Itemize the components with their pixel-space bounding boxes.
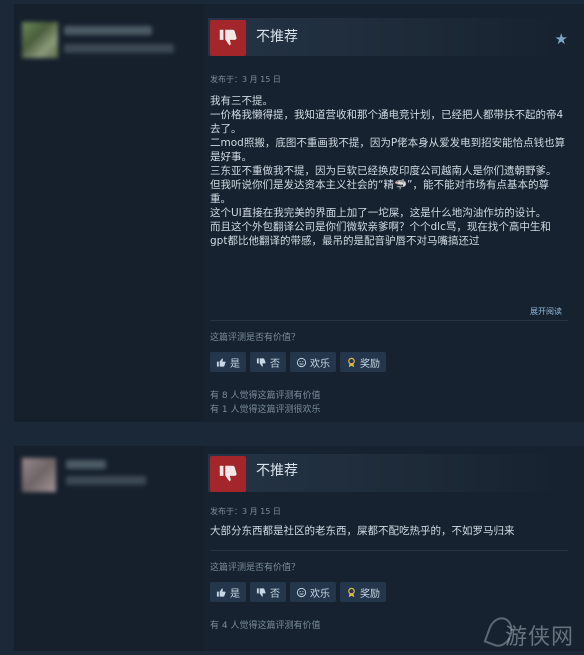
author-stats-blurred bbox=[64, 44, 174, 53]
helpful-question: 这篇评测是否有价值？ bbox=[210, 563, 301, 573]
author-name-blurred bbox=[66, 460, 106, 469]
vote-no-label: 否 bbox=[270, 588, 280, 600]
author-info bbox=[14, 446, 204, 651]
thumbs-up-icon bbox=[216, 357, 227, 368]
vote-buttons: 是 否 欢乐 奖励 bbox=[210, 582, 386, 602]
award-icon bbox=[346, 587, 357, 598]
star-icon[interactable]: ★ bbox=[555, 30, 568, 48]
vote-yes-button[interactable]: 是 bbox=[210, 352, 246, 372]
review-paragraph: 我有三不提。 bbox=[210, 95, 273, 107]
award-button[interactable]: 奖励 bbox=[340, 582, 386, 602]
author-name-blurred bbox=[64, 26, 152, 35]
posted-date: 发布于：3 月 15 日 bbox=[210, 507, 281, 516]
thumbs-up-icon bbox=[216, 587, 227, 598]
review-body: 我有三不提。 一价格我懒得提，我知道营收和那个通电竞计划，已经把人都带扶不起的帝… bbox=[210, 94, 568, 292]
review-paragraph: 但我听说你们是发达资本主义社会的“精🦈”，能不能对市场有点基本的尊重。 bbox=[210, 179, 549, 205]
vote-yes-button[interactable]: 是 bbox=[210, 582, 246, 602]
award-button[interactable]: 奖励 bbox=[340, 352, 386, 372]
text-fade bbox=[204, 266, 568, 294]
vote-funny-button[interactable]: 欢乐 bbox=[290, 352, 336, 372]
review-content: 不推荐 ★ 发布于：3 月 15 日 我有三不提。 一价格我懒得提，我知道营收和… bbox=[204, 4, 584, 422]
author-stats-blurred bbox=[66, 476, 146, 485]
award-label: 奖励 bbox=[360, 588, 380, 600]
vote-funny-label: 欢乐 bbox=[310, 588, 330, 600]
author-info bbox=[14, 4, 204, 422]
author-avatar[interactable] bbox=[22, 458, 56, 492]
thumbs-down-icon bbox=[256, 587, 267, 598]
review-body: 大部分东西都是社区的老东西，屎都不配吃热乎的，不如罗马归来 bbox=[210, 524, 568, 538]
smile-icon bbox=[296, 357, 307, 368]
thumbs-down-icon bbox=[256, 357, 267, 368]
vote-funny-label: 欢乐 bbox=[310, 358, 330, 370]
thumbs-down-icon bbox=[210, 456, 246, 492]
vote-no-button[interactable]: 否 bbox=[250, 352, 286, 372]
smile-icon bbox=[296, 587, 307, 598]
read-more-link[interactable]: 展开阅读 bbox=[530, 306, 562, 317]
verdict-title[interactable]: 不推荐 bbox=[256, 460, 298, 480]
review-paragraph: 而且这个外包翻译公司是你们微软亲爹啊？个个dlc骂，现在找个高中生和gpt都比他… bbox=[210, 221, 551, 247]
review-paragraph: 二mod照搬，底图不重画我不提，因为P佬本身从爱发电到招安能恰点钱也算是好事。 bbox=[210, 137, 566, 163]
posted-date: 发布于：3 月 15 日 bbox=[210, 75, 281, 84]
author-avatar[interactable] bbox=[22, 22, 58, 58]
helpful-count: 有 8 人觉得这篇评测有价值 bbox=[210, 391, 321, 401]
review-paragraph: 一价格我懒得提，我知道营收和那个通电竞计划，已经把人都带扶不起的帝4去了。 bbox=[210, 109, 564, 135]
award-label: 奖励 bbox=[360, 358, 380, 370]
divider bbox=[210, 320, 568, 321]
vote-yes-label: 是 bbox=[230, 588, 240, 600]
funny-count: 有 1 人觉得这篇评测很欢乐 bbox=[210, 405, 321, 415]
vote-no-label: 否 bbox=[270, 358, 280, 370]
vote-no-button[interactable]: 否 bbox=[250, 582, 286, 602]
review-paragraph: 大部分东西都是社区的老东西，屎都不配吃热乎的，不如罗马归来 bbox=[210, 525, 515, 537]
review-card: 不推荐 ★ 发布于：3 月 15 日 我有三不提。 一价格我懒得提，我知道营收和… bbox=[14, 4, 584, 422]
review-paragraph: 这个UI直接在我完美的界面上加了一坨屎，这是什么地沟油作坊的设计。 bbox=[210, 207, 547, 219]
vote-yes-label: 是 bbox=[230, 358, 240, 370]
vote-funny-button[interactable]: 欢乐 bbox=[290, 582, 336, 602]
helpful-question: 这篇评测是否有价值？ bbox=[210, 333, 301, 343]
watermark: 游侠网 bbox=[504, 625, 574, 650]
vote-buttons: 是 否 欢乐 奖励 bbox=[210, 352, 386, 372]
award-icon bbox=[346, 357, 357, 368]
review-paragraph: 三东亚不重做我不提，因为巨软已经换皮印度公司越南人是你们遗朝野爹。 bbox=[210, 165, 557, 177]
helpful-count: 有 4 人觉得这篇评测有价值 bbox=[210, 621, 321, 631]
thumbs-down-icon bbox=[210, 20, 246, 56]
divider bbox=[210, 550, 568, 551]
verdict-title[interactable]: 不推荐 bbox=[256, 26, 298, 46]
